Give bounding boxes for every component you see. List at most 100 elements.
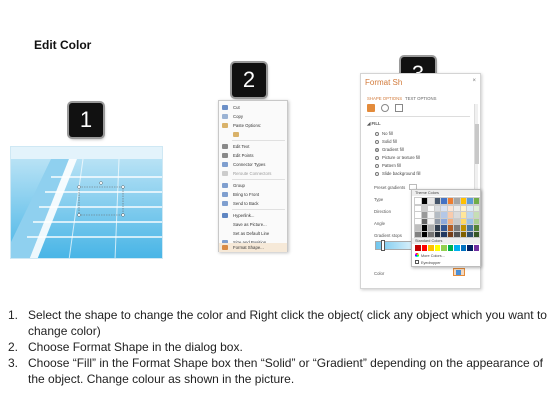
theme-color-swatch[interactable]	[453, 211, 461, 219]
theme-color-swatch[interactable]	[420, 230, 428, 238]
theme-color-swatch[interactable]	[414, 230, 422, 238]
theme-color-swatch[interactable]	[414, 197, 422, 205]
theme-color-swatch[interactable]	[420, 217, 428, 225]
theme-color-swatch[interactable]	[453, 197, 461, 205]
menu-item-save-as-picture[interactable]: Save as Picture...	[219, 220, 287, 229]
theme-color-swatch[interactable]	[446, 230, 454, 238]
theme-color-swatch[interactable]	[459, 217, 467, 225]
theme-color-swatch[interactable]	[433, 204, 441, 212]
theme-color-swatch[interactable]	[472, 217, 480, 225]
theme-color-swatch[interactable]	[459, 230, 467, 238]
standard-color-swatch[interactable]	[460, 245, 466, 251]
size-properties-icon[interactable]	[395, 104, 403, 112]
menu-item-send-to-back[interactable]: Send to Back	[219, 199, 287, 208]
tab-text-options[interactable]: TEXT OPTIONS	[405, 96, 436, 101]
theme-color-swatch[interactable]	[440, 197, 448, 205]
standard-color-swatch[interactable]	[441, 245, 447, 251]
theme-color-swatch[interactable]	[440, 224, 448, 232]
theme-color-swatch[interactable]	[420, 211, 428, 219]
theme-color-swatch[interactable]	[472, 230, 480, 238]
standard-color-swatch[interactable]	[467, 245, 473, 251]
standard-color-swatch[interactable]	[454, 245, 460, 251]
menu-item-set-default-line[interactable]: Set as Default Line	[219, 229, 287, 238]
theme-color-swatch[interactable]	[440, 211, 448, 219]
menu-item-copy[interactable]: Copy	[219, 112, 287, 121]
theme-color-swatch[interactable]	[433, 230, 441, 238]
theme-color-swatch[interactable]	[453, 217, 461, 225]
color-picker-popup[interactable]: Theme Colors Standard Colors More Colors…	[411, 189, 481, 267]
theme-color-swatch[interactable]	[453, 224, 461, 232]
tab-shape-options[interactable]: SHAPE OPTIONS	[367, 96, 402, 101]
menu-item-edit-text[interactable]: Edit Text	[219, 142, 287, 151]
theme-color-swatch[interactable]	[427, 204, 435, 212]
theme-color-swatch[interactable]	[420, 204, 428, 212]
theme-color-swatch[interactable]	[466, 211, 474, 219]
theme-color-swatch[interactable]	[472, 211, 480, 219]
theme-color-swatch[interactable]	[427, 230, 435, 238]
menu-item-connector-types[interactable]: Connector Types	[219, 160, 287, 169]
theme-color-swatch[interactable]	[453, 230, 461, 238]
road-shape[interactable]	[11, 147, 163, 259]
standard-color-swatch[interactable]	[421, 245, 427, 251]
menu-item-hyperlink[interactable]: Hyperlink...	[219, 211, 287, 220]
fill-line-icon[interactable]	[367, 104, 375, 112]
theme-color-swatch[interactable]	[466, 197, 474, 205]
standard-color-swatch[interactable]	[434, 245, 440, 251]
theme-color-swatch[interactable]	[414, 211, 422, 219]
more-colors-link[interactable]: More Colors...	[415, 253, 445, 258]
theme-color-swatch[interactable]	[459, 204, 467, 212]
standard-color-swatch[interactable]	[447, 245, 453, 251]
theme-color-swatch[interactable]	[420, 197, 428, 205]
effects-icon[interactable]	[381, 104, 389, 112]
theme-color-swatch[interactable]	[446, 217, 454, 225]
theme-color-swatch[interactable]	[466, 224, 474, 232]
color-dropdown-button[interactable]	[453, 268, 465, 276]
theme-color-swatch[interactable]	[427, 197, 435, 205]
theme-color-swatch[interactable]	[427, 211, 435, 219]
standard-color-swatch[interactable]	[428, 245, 434, 251]
theme-color-swatch[interactable]	[466, 204, 474, 212]
gradient-stop-handle[interactable]	[381, 240, 385, 251]
theme-color-swatch[interactable]	[440, 204, 448, 212]
eyedropper-link[interactable]: Eyedropper	[415, 260, 441, 265]
theme-color-swatch[interactable]	[427, 224, 435, 232]
theme-color-swatch[interactable]	[472, 224, 480, 232]
theme-color-swatch[interactable]	[427, 217, 435, 225]
theme-color-swatch[interactable]	[433, 211, 441, 219]
theme-color-swatch[interactable]	[440, 230, 448, 238]
theme-color-swatch[interactable]	[459, 197, 467, 205]
menu-item-bring-to-front[interactable]: Bring to Front	[219, 190, 287, 199]
theme-color-swatch[interactable]	[466, 217, 474, 225]
theme-color-swatch[interactable]	[414, 224, 422, 232]
standard-color-swatch[interactable]	[415, 245, 421, 251]
menu-item-edit-points[interactable]: Edit Points	[219, 151, 287, 160]
theme-color-swatch[interactable]	[472, 197, 480, 205]
theme-color-swatch[interactable]	[446, 197, 454, 205]
menu-item-cut[interactable]: Cut	[219, 103, 287, 112]
theme-color-swatch[interactable]	[472, 204, 480, 212]
radio-gradient-fill[interactable]: Gradient fill	[375, 147, 404, 152]
theme-color-swatch[interactable]	[459, 224, 467, 232]
theme-color-swatch[interactable]	[459, 211, 467, 219]
radio-no-fill[interactable]: No fill	[375, 131, 393, 136]
theme-color-swatch[interactable]	[440, 217, 448, 225]
radio-solid-fill[interactable]: Solid fill	[375, 139, 397, 144]
radio-slide-background-fill[interactable]: Slide background fill	[375, 171, 420, 176]
context-menu[interactable]: Cut Copy Paste Options: Edit Text Edit P…	[218, 100, 288, 252]
theme-color-swatch[interactable]	[446, 204, 454, 212]
theme-color-swatch[interactable]	[420, 224, 428, 232]
theme-color-swatch[interactable]	[446, 211, 454, 219]
slide-preview[interactable]	[10, 146, 163, 259]
close-icon[interactable]: ×	[472, 78, 476, 84]
radio-picture-fill[interactable]: Picture or texture fill	[375, 155, 420, 160]
theme-color-swatch[interactable]	[453, 204, 461, 212]
menu-item-format-shape[interactable]: Format Shape...	[219, 243, 287, 252]
menu-item-paste-buttons[interactable]	[219, 130, 287, 139]
standard-color-swatch[interactable]	[473, 245, 479, 251]
theme-color-swatch[interactable]	[414, 204, 422, 212]
theme-color-swatch[interactable]	[466, 230, 474, 238]
theme-color-swatch[interactable]	[433, 224, 441, 232]
theme-color-swatch[interactable]	[414, 217, 422, 225]
fill-section-header[interactable]: ◢ FILL	[367, 121, 381, 127]
theme-color-swatch[interactable]	[446, 224, 454, 232]
